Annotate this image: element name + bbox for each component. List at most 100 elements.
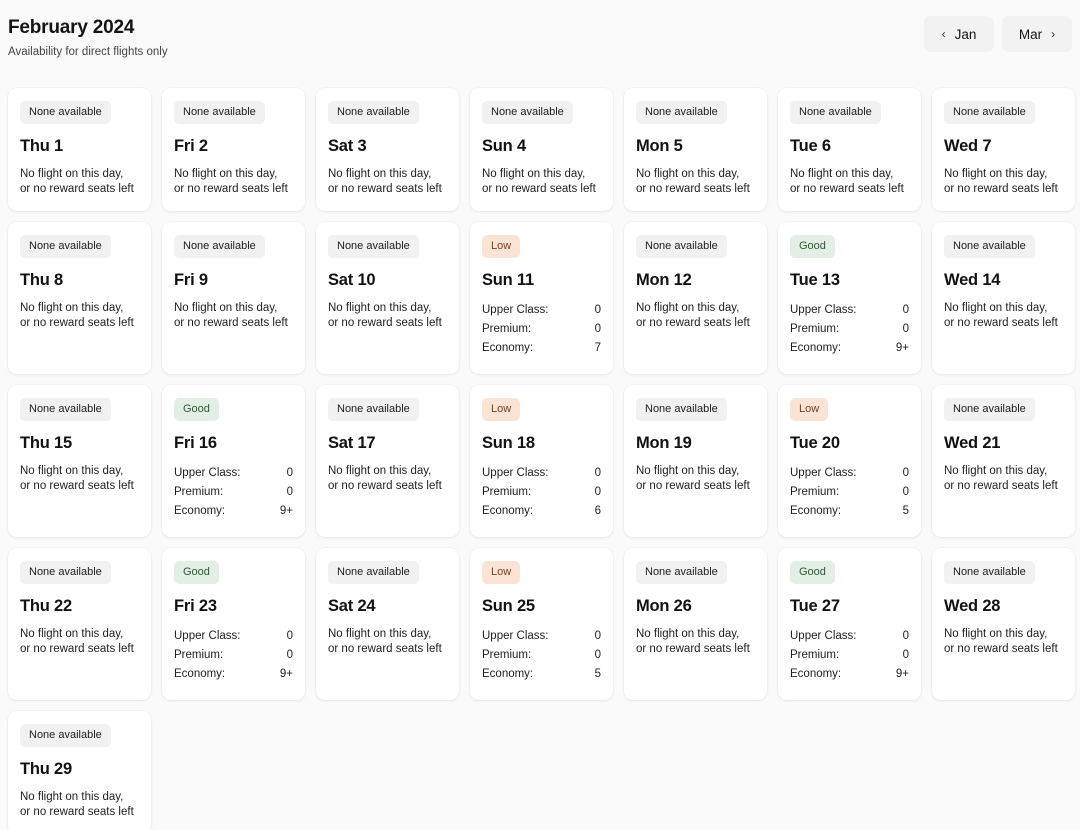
seat-row-premium: Premium: 0 xyxy=(790,321,909,337)
unavailable-note: No flight on this day, or no reward seats… xyxy=(174,302,288,329)
availability-badge: None available xyxy=(636,235,727,258)
day-card[interactable]: Low Tue 20 Upper Class: 0 Premium: 0 Economy: 5 xyxy=(778,385,921,537)
day-label: Thu 22 xyxy=(20,597,72,615)
chevron-right-icon: › xyxy=(1051,27,1056,41)
availability-badge: Low xyxy=(790,398,829,421)
day-card[interactable]: Low Sun 11 Upper Class: 0 Premium: 0 Economy: 7 xyxy=(470,222,613,374)
day-card[interactable]: None available Thu 1 No flight on this day… xyxy=(8,88,151,211)
day-label: Mon 5 xyxy=(636,137,683,155)
availability-badge: Low xyxy=(482,561,521,584)
previous-month-button[interactable]: ‹ Jan xyxy=(924,16,994,52)
unavailable-note: No flight on this day, or no reward seats… xyxy=(20,791,134,818)
seat-row-premium: Premium: 0 xyxy=(482,647,601,663)
unavailable-note: No flight on this day, or no reward seats… xyxy=(636,465,750,492)
day-label: Sun 25 xyxy=(482,597,535,615)
unavailable-note: No flight on this day, or no reward seats… xyxy=(636,302,750,329)
availability-badge: None available xyxy=(20,101,111,124)
day-card[interactable]: None available Thu 15 No flight on this da… xyxy=(8,385,151,537)
seat-class-label: Economy: xyxy=(482,342,534,354)
day-label: Tue 13 xyxy=(790,271,840,289)
day-card[interactable]: None available Fri 9 No flight on this day… xyxy=(162,222,305,374)
unavailable-note: No flight on this day, or no reward seats… xyxy=(636,168,750,195)
seat-class-label: Upper Class: xyxy=(174,467,241,479)
calendar-header: February 2024 Availability for direct fl… xyxy=(0,0,1080,80)
seat-count-value: 0 xyxy=(286,630,293,642)
seat-row-upper-class: Upper Class: 0 xyxy=(790,628,909,644)
seat-count-value: 6 xyxy=(594,505,601,517)
availability-badge: Low xyxy=(482,235,521,258)
day-label: Thu 8 xyxy=(20,271,63,289)
seat-row-economy: Economy: 5 xyxy=(482,666,601,682)
day-label: Sun 4 xyxy=(482,137,526,155)
day-card[interactable]: None available Wed 14 No flight on this da… xyxy=(932,222,1075,374)
day-card[interactable]: None available Wed 21 No flight on this da… xyxy=(932,385,1075,537)
day-label: Tue 27 xyxy=(790,597,840,615)
day-card[interactable]: None available Tue 6 No flight on this day… xyxy=(778,88,921,211)
unavailable-note: No flight on this day, or no reward seats… xyxy=(328,302,442,329)
seat-class-label: Economy: xyxy=(482,668,534,680)
next-month-button[interactable]: Mar › xyxy=(1002,16,1072,52)
day-card[interactable]: Good Tue 27 Upper Class: 0 Premium: 0 Economy:… xyxy=(778,548,921,700)
day-card[interactable]: Good Tue 13 Upper Class: 0 Premium: 0 Economy:… xyxy=(778,222,921,374)
day-card[interactable]: Good Fri 16 Upper Class: 0 Premium: 0 Economy:… xyxy=(162,385,305,537)
day-card[interactable]: None available Fri 2 No flight on this day… xyxy=(162,88,305,211)
seat-count-value: 0 xyxy=(286,467,293,479)
day-label: Mon 26 xyxy=(636,597,692,615)
availability-badge: None available xyxy=(174,101,265,124)
unavailable-note: No flight on this day, or no reward seats… xyxy=(20,628,134,655)
availability-badge: None available xyxy=(20,724,111,747)
availability-badge: None available xyxy=(944,101,1035,124)
availability-badge: None available xyxy=(174,235,265,258)
day-card[interactable]: None available Mon 5 No flight on this day… xyxy=(624,88,767,211)
seat-count-value: 0 xyxy=(902,304,909,316)
unavailable-note: No flight on this day, or no reward seats… xyxy=(944,628,1058,655)
seat-count-value: 0 xyxy=(594,486,601,498)
day-card[interactable]: None available Sat 3 No flight on this day… xyxy=(316,88,459,211)
day-label: Fri 16 xyxy=(174,434,217,452)
day-label: Thu 15 xyxy=(20,434,72,452)
seat-row-economy: Economy: 9+ xyxy=(174,666,293,682)
day-card[interactable]: None available Sat 17 No flight on this da… xyxy=(316,385,459,537)
seat-availability-list: Upper Class: 0 Premium: 0 Economy: 7 xyxy=(482,302,601,356)
seat-count-value: 9+ xyxy=(279,668,293,680)
availability-badge: None available xyxy=(482,101,573,124)
day-card[interactable]: None available Thu 8 No flight on this day… xyxy=(8,222,151,374)
unavailable-note: No flight on this day, or no reward seats… xyxy=(328,628,442,655)
seat-class-label: Premium: xyxy=(482,486,532,498)
day-card[interactable]: None available Sun 4 No flight on this day… xyxy=(470,88,613,211)
seat-count-value: 5 xyxy=(594,668,601,680)
day-card[interactable]: None available Sat 24 No flight on this da… xyxy=(316,548,459,700)
day-card[interactable]: None available Thu 22 No flight on this da… xyxy=(8,548,151,700)
day-card[interactable]: None available Thu 29 No flight on this da… xyxy=(8,711,151,830)
day-card[interactable]: None available Wed 28 No flight on this da… xyxy=(932,548,1075,700)
seat-row-economy: Economy: 9+ xyxy=(790,666,909,682)
availability-badge: None available xyxy=(20,235,111,258)
next-month-label: Mar xyxy=(1018,26,1043,42)
seat-count-value: 0 xyxy=(594,323,601,335)
seat-class-label: Premium: xyxy=(790,486,840,498)
seat-availability-list: Upper Class: 0 Premium: 0 Economy: 5 xyxy=(790,465,909,519)
day-card[interactable]: None available Mon 12 No flight on this da… xyxy=(624,222,767,374)
seat-row-economy: Economy: 9+ xyxy=(790,340,909,356)
day-card[interactable]: None available Sat 10 No flight on this da… xyxy=(316,222,459,374)
day-card[interactable]: Low Sun 18 Upper Class: 0 Premium: 0 Economy: 6 xyxy=(470,385,613,537)
seat-class-label: Economy: xyxy=(174,505,226,517)
availability-badge: None available xyxy=(636,561,727,584)
day-card[interactable]: None available Mon 26 No flight on this da… xyxy=(624,548,767,700)
seat-availability-list: Upper Class: 0 Premium: 0 Economy: 6 xyxy=(482,465,601,519)
day-card[interactable]: None available Mon 19 No flight on this da… xyxy=(624,385,767,537)
previous-month-label: Jan xyxy=(954,26,977,42)
seat-class-label: Upper Class: xyxy=(174,630,241,642)
unavailable-note: No flight on this day, or no reward seats… xyxy=(482,168,596,195)
seat-row-economy: Economy: 7 xyxy=(482,340,601,356)
unavailable-note: No flight on this day, or no reward seats… xyxy=(328,465,442,492)
seat-count-value: 0 xyxy=(902,649,909,661)
seat-count-value: 0 xyxy=(286,649,293,661)
day-label: Mon 19 xyxy=(636,434,692,452)
seat-row-upper-class: Upper Class: 0 xyxy=(790,465,909,481)
day-card[interactable]: Low Sun 25 Upper Class: 0 Premium: 0 Economy: 5 xyxy=(470,548,613,700)
seat-row-premium: Premium: 0 xyxy=(174,647,293,663)
seat-class-label: Upper Class: xyxy=(482,630,549,642)
day-card[interactable]: None available Wed 7 No flight on this day… xyxy=(932,88,1075,211)
day-card[interactable]: Good Fri 23 Upper Class: 0 Premium: 0 Economy:… xyxy=(162,548,305,700)
